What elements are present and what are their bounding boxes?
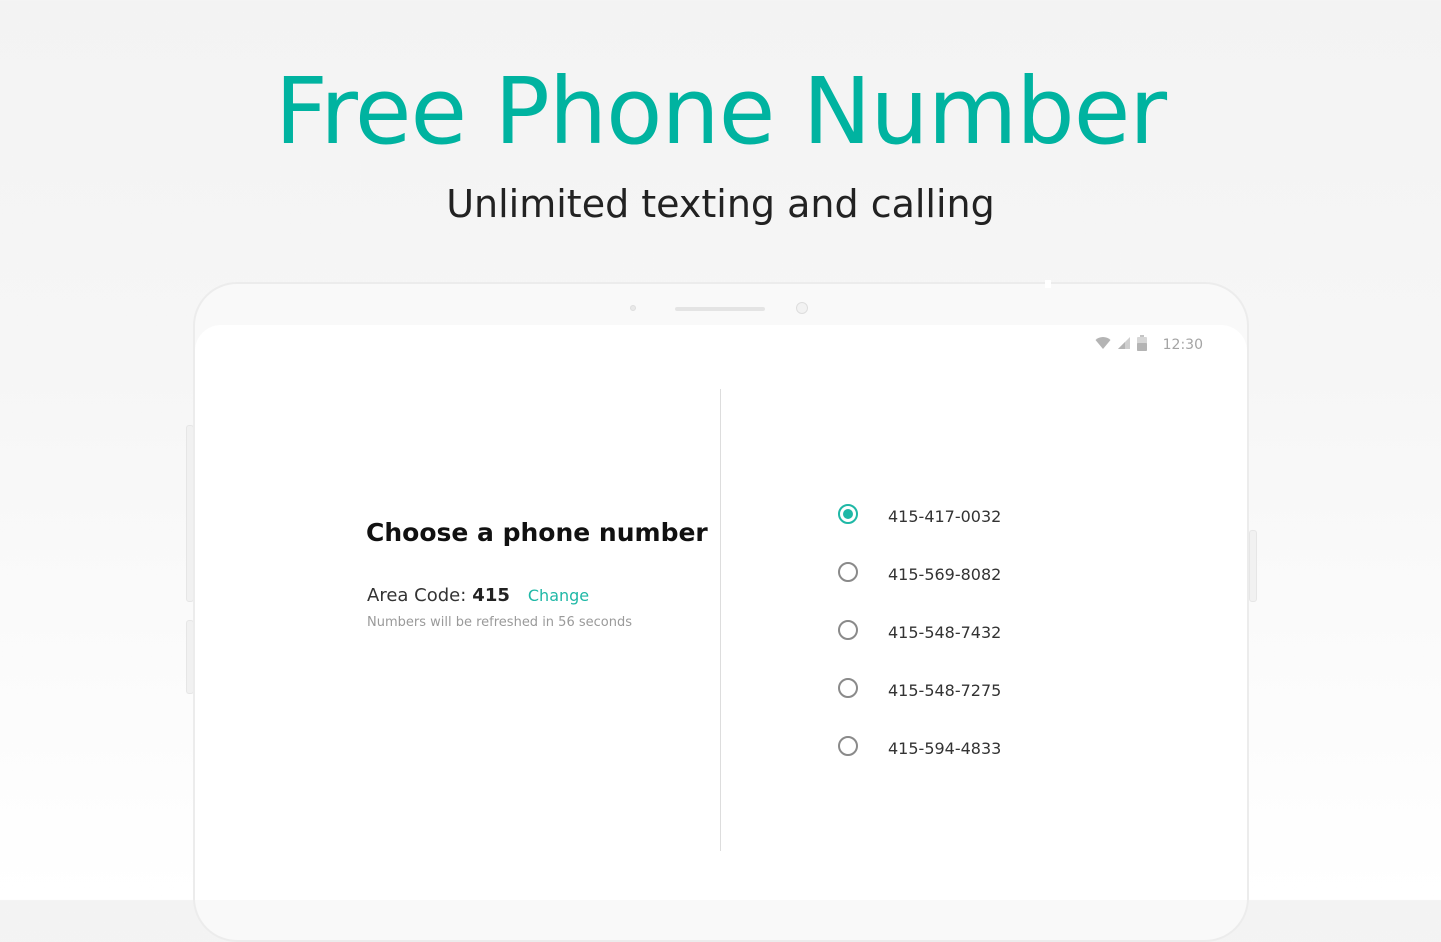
picker-title: Choose a phone number bbox=[366, 518, 708, 547]
number-text: 415-594-4833 bbox=[888, 738, 1002, 758]
radio-button[interactable] bbox=[838, 736, 858, 756]
front-camera bbox=[796, 302, 808, 314]
panel-divider bbox=[720, 389, 721, 851]
number-option[interactable]: 415-548-7275 bbox=[838, 659, 1001, 717]
wifi-icon bbox=[1095, 336, 1111, 354]
number-text: 415-569-8082 bbox=[888, 564, 1002, 584]
status-time: 12:30 bbox=[1162, 337, 1203, 353]
number-option[interactable]: 415-417-0032 bbox=[838, 485, 1001, 543]
number-list: 415-417-0032 415-569-8082 415-548-7432 4… bbox=[838, 485, 1001, 775]
sensor-dot bbox=[630, 305, 636, 311]
battery-icon bbox=[1136, 335, 1147, 355]
radio-button-selected[interactable] bbox=[838, 504, 858, 524]
change-area-code-link[interactable]: Change bbox=[528, 586, 589, 605]
device-side-button bbox=[1249, 530, 1257, 602]
area-code-label: Area Code: bbox=[367, 585, 467, 606]
radio-button[interactable] bbox=[838, 562, 858, 582]
radio-button[interactable] bbox=[838, 678, 858, 698]
area-code-value: 415 bbox=[472, 585, 510, 606]
number-option[interactable]: 415-569-8082 bbox=[838, 543, 1001, 601]
signal-icon bbox=[1117, 336, 1131, 354]
device-notch bbox=[1045, 280, 1051, 288]
app-screen: 12:30 Choose a phone number Area Code: 4… bbox=[195, 325, 1247, 900]
refresh-note: Numbers will be refreshed in 56 seconds bbox=[367, 615, 632, 630]
status-bar: 12:30 bbox=[1095, 335, 1203, 355]
device-speaker bbox=[675, 307, 765, 311]
promo-headline: Free Phone Number bbox=[274, 58, 1167, 165]
number-option[interactable]: 415-594-4833 bbox=[838, 717, 1001, 775]
area-code-row: Area Code: 415 Change bbox=[367, 585, 589, 606]
number-text: 415-417-0032 bbox=[888, 506, 1002, 526]
number-text: 415-548-7275 bbox=[888, 680, 1002, 700]
radio-button[interactable] bbox=[838, 620, 858, 640]
number-option[interactable]: 415-548-7432 bbox=[838, 601, 1001, 659]
number-text: 415-548-7432 bbox=[888, 622, 1002, 642]
promo-subheadline: Unlimited texting and calling bbox=[446, 182, 995, 226]
